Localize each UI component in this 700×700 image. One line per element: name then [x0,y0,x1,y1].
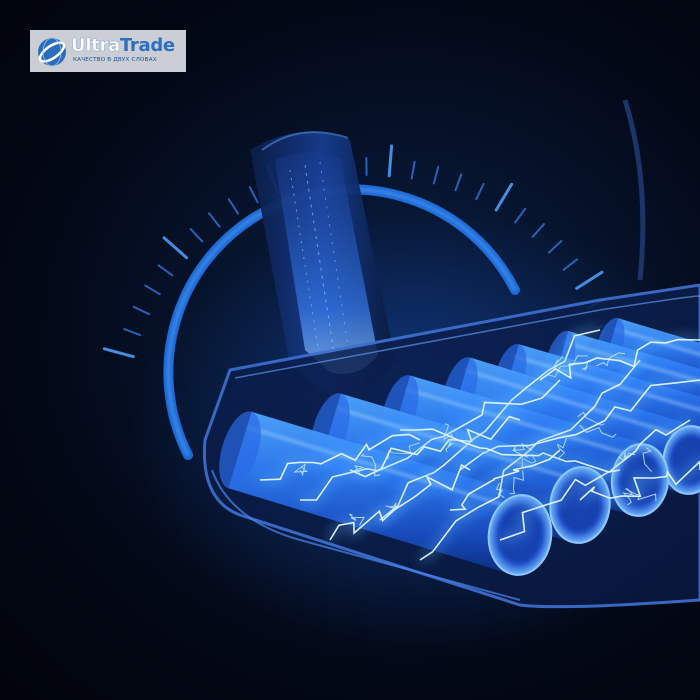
gauge-tick [157,264,174,277]
gauge-tick [475,182,485,201]
brand-name-part2: Trade [119,35,175,56]
brand-logo: UltraTrade КАЧЕСТВО В ДВУХ СЛОВАХ [30,30,186,72]
gauge-tick [227,198,240,215]
gauge-tick [102,347,135,359]
gauge-tick [494,182,514,212]
gauge-tick [454,173,463,192]
brand-name-part1: Ultra [71,35,121,56]
gauge-tick [248,186,259,204]
gauge-tick [387,144,394,178]
gauge-tick [132,305,151,316]
gauge-tick [208,212,221,228]
battery-scene-illustration [102,99,700,650]
gauge-tick [410,160,416,180]
product-image: UltraTrade КАЧЕСТВО В ДВУХ СЛОВАХ [0,0,700,700]
brand-name: UltraTrade [71,35,175,57]
globe-icon [38,37,66,67]
gauge-tick [123,328,142,337]
gauge-tick [432,166,440,185]
gauge-tick [162,236,189,260]
gauge-tick [189,228,204,243]
gauge-tick [144,284,161,296]
brand-tagline: КАЧЕСТВО В ДВУХ СЛОВАХ [73,57,157,63]
